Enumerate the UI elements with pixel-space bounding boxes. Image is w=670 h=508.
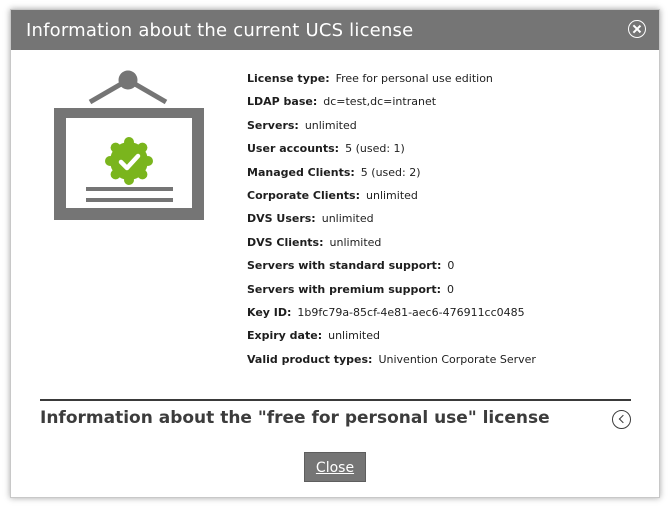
license-row: Managed Clients: 5 (used: 2)	[247, 165, 536, 188]
license-key: User accounts:	[247, 142, 340, 156]
license-row: Servers with premium support: 0	[247, 282, 536, 305]
license-row: License type: Free for personal use editi…	[247, 71, 536, 94]
license-key: License type:	[247, 72, 330, 85]
license-row: Expiry date: unlimited	[247, 328, 536, 351]
license-row: Valid product types: Univention Corporate…	[247, 352, 536, 375]
license-key: Managed Clients:	[247, 165, 355, 179]
license-row: Servers: unlimited	[247, 118, 536, 141]
license-certificate-icon	[54, 70, 204, 220]
dialog-titlebar: Information about the current UCS licens…	[11, 10, 659, 50]
license-row: DVS Clients: unlimited	[247, 235, 536, 258]
license-value: 1b9fc79a-85cf-4e81-aec6-476911cc0485	[297, 305, 525, 319]
license-key: Key ID:	[247, 305, 292, 319]
license-row: Key ID: 1b9fc79a-85cf-4e81-aec6-476911cc0…	[247, 305, 536, 328]
section-divider	[40, 399, 631, 401]
license-dialog: Information about the current UCS licens…	[10, 9, 660, 498]
license-value: 5 (used: 2)	[360, 165, 421, 179]
check-badge-icon	[105, 137, 153, 185]
close-button[interactable]: Close	[304, 452, 366, 482]
license-row: LDAP base: dc=test,dc=intranet	[247, 94, 536, 117]
license-value: Univention Corporate Server	[378, 352, 536, 366]
license-value: Free for personal use edition	[335, 72, 493, 85]
license-value: unlimited	[304, 118, 357, 132]
license-value: unlimited	[366, 188, 418, 202]
license-key: Expiry date:	[247, 329, 323, 343]
license-key: Servers:	[247, 118, 299, 132]
license-row: Servers with standard support: 0	[247, 258, 536, 281]
license-key: Servers with premium support:	[247, 282, 441, 296]
license-key: DVS Clients:	[247, 235, 324, 249]
license-key: Valid product types:	[247, 352, 373, 366]
license-value: 5 (used: 1)	[345, 142, 405, 156]
license-value: unlimited	[328, 329, 380, 343]
license-value: 0	[446, 282, 454, 296]
license-value: unlimited	[321, 212, 374, 226]
license-value: unlimited	[329, 235, 382, 249]
license-key: Corporate Clients:	[247, 188, 360, 202]
close-icon[interactable]	[628, 20, 646, 38]
license-details: License type: Free for personal use editi…	[247, 71, 536, 375]
license-key: LDAP base:	[247, 95, 318, 109]
certificate-line-2	[86, 198, 173, 202]
license-value: dc=test,dc=intranet	[323, 95, 437, 109]
hanger-nail	[118, 70, 138, 90]
license-value: 0	[447, 259, 455, 273]
license-row: DVS Users: unlimited	[247, 211, 536, 234]
license-row: Corporate Clients: unlimited	[247, 188, 536, 211]
personal-license-section-title[interactable]: Information about the "free for personal…	[40, 408, 550, 428]
license-row: User accounts: 5 (used: 1)	[247, 141, 536, 164]
dialog-title: Information about the current UCS licens…	[26, 20, 414, 41]
license-key: Servers with standard support:	[247, 259, 442, 273]
chevron-left-circle-icon[interactable]	[612, 410, 631, 429]
certificate-line-1	[86, 187, 173, 191]
license-key: DVS Users:	[247, 212, 316, 226]
